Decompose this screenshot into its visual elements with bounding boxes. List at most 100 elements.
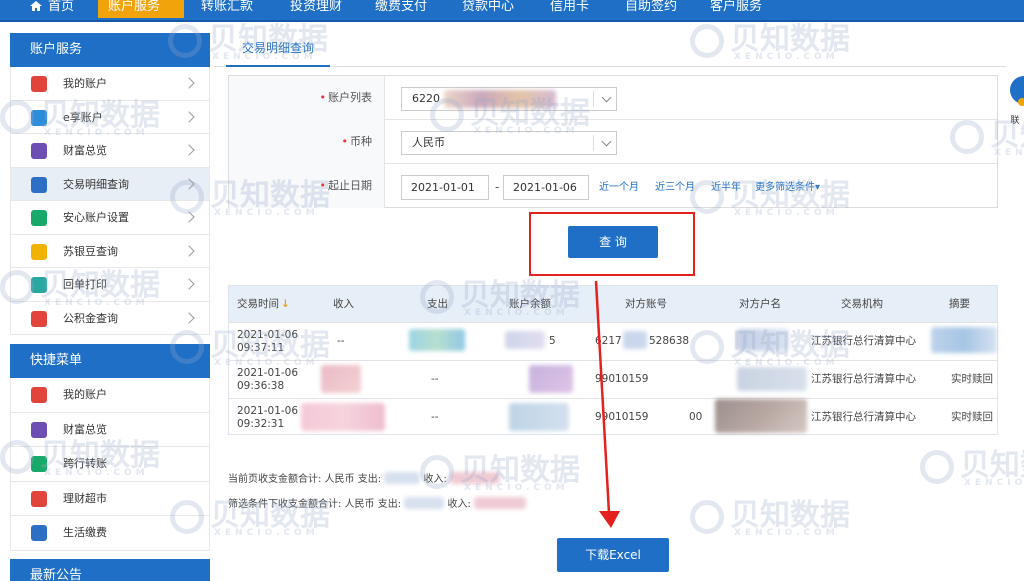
end-date-input[interactable]: 2021-01-06 (503, 175, 589, 200)
sidebar-account-list: 我的账户 e享账户财富总览交易明细查询安心账户设置 苏银豆查询回单打印公积金查询 (10, 67, 210, 335)
transfer-icon (31, 456, 47, 472)
sidebar-shortcut-list: 我的账户财富总览跨行转账理财超市生活缴费 (10, 378, 210, 551)
col-balance: 账户余额 (509, 298, 551, 310)
chevron-right-icon (183, 144, 195, 156)
pie-chart-icon (31, 421, 47, 438)
row-memo: 实时赎回 (951, 411, 993, 423)
sidebar-item-label: 安心账户设置 (63, 211, 129, 224)
chevron-right-icon (183, 177, 195, 190)
table-row: 2021-01-06 09:32:31 -- 99010159 00 江苏银行总… (229, 398, 997, 436)
quick-link-1-month[interactable]: 近一个月 (599, 175, 639, 200)
top-nav: 首页 账户服务 转账汇款 投资理财 缴费支付 贷款中心 信用卡 自助签约 客户服… (0, 0, 1024, 22)
printer-icon (31, 277, 47, 293)
currency-label: • 币种 (229, 120, 385, 164)
nav-account-services[interactable]: 账户服务 (98, 0, 184, 18)
row-counter-account: 99010159 (595, 373, 649, 385)
nav-transfer[interactable]: 转账汇款 (201, 0, 253, 18)
col-counter-account: 对方账号 (625, 298, 667, 310)
col-institution: 交易机构 (841, 298, 883, 310)
start-date-input[interactable]: 2021-01-01 (401, 175, 489, 200)
sidebar-item[interactable]: 财富总览 (10, 134, 210, 168)
sidebar-item-label: 财富总览 (63, 144, 107, 157)
sidebar-item[interactable]: 公积金查询 (10, 301, 210, 335)
chevron-right-icon (183, 110, 195, 123)
e-account-icon (31, 109, 47, 126)
sidebar-item-label: 理财超市 (63, 491, 107, 505)
account-select[interactable]: 6220 (401, 87, 617, 111)
nav-investment[interactable]: 投资理财 (290, 0, 342, 18)
sidebar-item[interactable]: 我的账户 (10, 378, 210, 413)
sidebar-item[interactable]: 安心账户设置 (10, 201, 210, 235)
sidebar-item[interactable]: 理财超市 (10, 481, 210, 516)
more-filters-link[interactable]: 更多筛选条件▾ (755, 175, 820, 200)
col-time[interactable]: 交易时间 ↓ (237, 286, 290, 322)
row-counter-account-tail: 00 (689, 411, 703, 423)
chart-icon (31, 490, 47, 507)
masked-balance (529, 365, 573, 393)
sidebar-item[interactable]: 苏银豆查询 (10, 234, 210, 268)
quick-link-3-months[interactable]: 近三个月 (655, 175, 695, 200)
sidebar-item-label: 公积金查询 (63, 311, 118, 325)
sidebar-item[interactable]: 我的账户 (10, 67, 210, 101)
download-excel-button[interactable]: 下载Excel (557, 538, 669, 572)
row-time: 09:32:31 (237, 418, 285, 430)
row-balance: 5 (549, 335, 556, 347)
chevron-down-icon (601, 92, 612, 103)
chevron-right-icon (183, 278, 195, 290)
currency-select[interactable]: 人民币 (401, 131, 617, 155)
tab-transaction-query[interactable]: 交易明细查询 (226, 33, 331, 67)
nav-payment[interactable]: 缴费支付 (375, 0, 427, 18)
chevron-right-icon (183, 77, 195, 89)
row-institution: 江苏银行总行清算中心 (811, 411, 916, 423)
masked-account-mid (623, 331, 647, 349)
sidebar-item[interactable]: 交易明细查询 (10, 167, 210, 201)
sidebar-item-label: 财富总览 (63, 422, 107, 436)
account-label: • 账户列表 (229, 76, 385, 120)
row-date: 2021-01-06 (237, 329, 299, 341)
nav-home[interactable]: 首页 (30, 0, 74, 18)
sidebar-item[interactable]: 回单打印 (10, 268, 210, 302)
bill-icon (31, 525, 47, 541)
row-time: 09:36:38 (237, 380, 285, 392)
sidebar: 账户服务 我的账户 e享账户 财富总览 交易明细查询 安心账户设置 苏银豆查询 回单打印 公积… (10, 33, 210, 581)
card-icon (31, 387, 47, 403)
masked-income (301, 403, 385, 431)
card-icon (31, 76, 47, 92)
sidebar-item[interactable]: 跨行转账 (10, 447, 210, 482)
masked-memo (931, 327, 997, 353)
query-form: • 账户列表 6220 • 币种 人民币 • 起止日期 2021-01-01 - 20… (228, 75, 998, 208)
date-row: • 起止日期 2021-01-01 - 2021-01-06 近一个月 近三个月 … (229, 164, 997, 208)
row-memo: 实时赎回 (951, 373, 993, 385)
masked-counter-name (737, 367, 807, 391)
sidebar-item[interactable]: 生活缴费 (10, 516, 210, 551)
nav-customer-service[interactable]: 客户服务 (710, 0, 762, 18)
nav-credit-card[interactable]: 信用卡 (550, 0, 589, 18)
summary-page: 当前页收支金额合计: 人民币 支出: 收入: (228, 470, 501, 485)
date-label: • 起止日期 (229, 164, 385, 208)
table-row: 2021-01-06 09:37:11 -- 5 6217 528638 江苏银… (229, 322, 997, 360)
nav-self-signing[interactable]: 自助签约 (625, 0, 677, 18)
sidebar-item-label: 苏银豆查询 (63, 244, 118, 258)
row-expense: -- (431, 373, 439, 385)
masked-balance (505, 331, 545, 349)
sidebar-item[interactable]: 财富总览 (10, 412, 210, 447)
query-button[interactable]: 查 询 (568, 226, 658, 258)
sidebar-item-label: e享账户 (63, 110, 103, 124)
col-counter-name: 对方户名 (739, 298, 781, 310)
building-icon (31, 310, 47, 327)
tab-bar: 交易明细查询 (214, 33, 1006, 67)
row-expense: -- (431, 411, 439, 423)
table-row: 2021-01-06 09:36:38 -- 99010159 江苏银行总行清算… (229, 360, 997, 398)
quick-link-half-year[interactable]: 近半年 (711, 175, 741, 200)
sort-arrow-icon: ↓ (281, 298, 290, 310)
row-counter-account: 99010159 (595, 411, 649, 423)
col-income: 收入 (333, 298, 354, 310)
nav-loans[interactable]: 贷款中心 (462, 0, 514, 18)
side-contact-widget[interactable]: 联 (1006, 70, 1024, 130)
row-time: 09:37:11 (237, 342, 285, 354)
sidebar-item[interactable]: e享账户 (10, 100, 210, 134)
pie-chart-icon (31, 143, 47, 159)
sidebar-item-label: 我的账户 (63, 388, 107, 401)
sidebar-account-title: 账户服务 (10, 33, 210, 67)
chevron-right-icon (183, 311, 195, 324)
